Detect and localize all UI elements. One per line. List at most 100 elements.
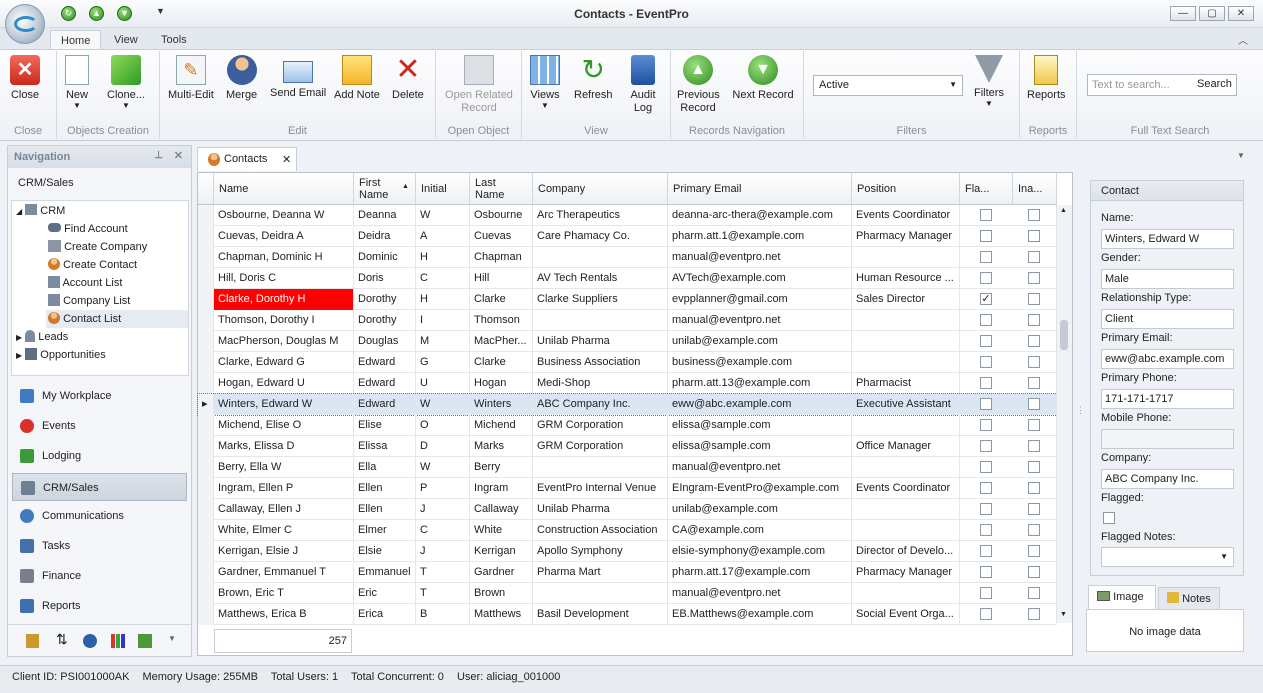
row-indicator[interactable]	[198, 562, 214, 583]
table-row[interactable]: Chapman, Dominic H Dominic H Chapman manual@…	[198, 247, 1057, 268]
open-related-record-button[interactable]: Open Related Record	[444, 55, 514, 115]
module-icon[interactable]	[26, 634, 39, 648]
flagged-checkbox[interactable]	[980, 566, 992, 578]
inactive-checkbox[interactable]	[1028, 608, 1040, 620]
inactive-checkbox[interactable]	[1028, 314, 1040, 326]
sort-icon[interactable]: ⇅	[56, 631, 68, 648]
minimize-button[interactable]: —	[1170, 6, 1196, 21]
nav-module-crm-sales[interactable]: CRM/Sales	[12, 473, 187, 501]
table-row[interactable]: Callaway, Ellen J Ellen J Callaway Unilab Ph…	[198, 499, 1057, 520]
close-window-button[interactable]: ✕	[1228, 6, 1254, 21]
primary-phone-field[interactable]: 171-171-1717	[1101, 389, 1234, 409]
send-email-button[interactable]: Send Email	[270, 55, 326, 100]
sidebar-item-account-list[interactable]: Account List	[48, 274, 122, 292]
flagged-checkbox[interactable]	[980, 230, 992, 242]
inactive-checkbox[interactable]	[1028, 356, 1040, 368]
flagged-checkbox[interactable]	[980, 251, 992, 263]
filter-select[interactable]: Active ▼	[813, 75, 963, 96]
close-button[interactable]: ✕ Close	[10, 55, 40, 102]
table-row[interactable]: Clarke, Edward G Edward G Clarke Business As…	[198, 352, 1057, 373]
nav-module-lodging[interactable]: Lodging	[12, 442, 187, 470]
table-row[interactable]: Gardner, Emmanuel T Emmanuel T Gardner Pharm…	[198, 562, 1057, 583]
row-indicator[interactable]	[198, 373, 214, 394]
inactive-checkbox[interactable]	[1028, 461, 1040, 473]
flagged-checkbox[interactable]	[980, 209, 992, 221]
flagged-checkbox[interactable]	[980, 503, 992, 515]
row-indicator[interactable]	[198, 352, 214, 373]
inactive-checkbox[interactable]	[1028, 503, 1040, 515]
column-header-6[interactable]: Position	[852, 173, 960, 205]
row-indicator[interactable]	[198, 205, 214, 226]
table-row[interactable]: White, Elmer C Elmer C White Construction As…	[198, 520, 1057, 541]
name-field[interactable]: Winters, Edward W	[1101, 229, 1234, 249]
sidebar-item-contact-list[interactable]: Contact List	[46, 310, 188, 328]
audit-log-button[interactable]: Audit Log	[626, 55, 660, 115]
row-indicator[interactable]	[198, 289, 214, 310]
table-row[interactable]: Marks, Elissa D Elissa D Marks GRM Corporati…	[198, 436, 1057, 457]
table-row[interactable]: Hogan, Edward U Edward U Hogan Medi-Shop phar…	[198, 373, 1057, 394]
inactive-checkbox[interactable]	[1028, 524, 1040, 536]
company-field[interactable]: ABC Company Inc.	[1101, 469, 1234, 489]
vertical-scrollbar[interactable]: ▲ ▼	[1056, 205, 1072, 623]
relationship-type-field[interactable]: Client	[1101, 309, 1234, 329]
tab-image[interactable]: Image	[1088, 585, 1156, 609]
sidebar-item-create-company[interactable]: Create Company	[48, 238, 147, 256]
table-row[interactable]: Kerrigan, Elsie J Elsie J Kerrigan Apollo Sy…	[198, 541, 1057, 562]
table-row[interactable]: Cuevas, Deidra A Deidra A Cuevas Care Phamac…	[198, 226, 1057, 247]
next-record-button[interactable]: ▼ Next Record	[731, 55, 795, 102]
pin-icon[interactable]: ⊥	[154, 150, 163, 161]
app-logo-icon[interactable]	[5, 4, 45, 44]
inactive-checkbox[interactable]	[1028, 251, 1040, 263]
column-header-8[interactable]: Ina...	[1013, 173, 1057, 205]
row-indicator[interactable]	[198, 499, 214, 520]
column-header-2[interactable]: Initial	[416, 173, 470, 205]
tab-home[interactable]: Home	[50, 30, 102, 50]
flagged-checkbox[interactable]	[980, 524, 992, 536]
inactive-checkbox[interactable]	[1028, 209, 1040, 221]
row-indicator[interactable]	[198, 478, 214, 499]
inactive-checkbox[interactable]	[1028, 545, 1040, 557]
search-button[interactable]: Search	[1197, 78, 1232, 90]
row-indicator[interactable]	[198, 436, 214, 457]
inactive-checkbox[interactable]	[1028, 272, 1040, 284]
nav-module-my-workplace[interactable]: My Workplace	[12, 382, 187, 410]
flagged-checkbox[interactable]: ✓	[980, 293, 992, 305]
mobile-phone-field[interactable]	[1101, 429, 1234, 449]
graph-icon[interactable]	[138, 634, 152, 648]
splitter-grip[interactable]: ⋮	[1076, 405, 1085, 416]
nav-module-finance[interactable]: Finance	[12, 562, 187, 590]
collapse-ribbon-icon[interactable]: ︿	[1238, 32, 1248, 47]
flagged-checkbox[interactable]	[980, 356, 992, 368]
table-row[interactable]: Berry, Ella W Ella W Berry manual@eventpro.n…	[198, 457, 1057, 478]
flagged-checkbox[interactable]	[980, 419, 992, 431]
flagged-checkbox[interactable]	[1103, 512, 1115, 524]
row-indicator[interactable]	[198, 520, 214, 541]
tab-list-chevron-icon[interactable]: ▼	[1237, 151, 1245, 160]
column-header-0[interactable]: Name	[214, 173, 354, 205]
tab-view[interactable]: View	[104, 30, 148, 50]
flagged-checkbox[interactable]	[980, 482, 992, 494]
row-indicator[interactable]	[198, 268, 214, 289]
column-header-5[interactable]: Primary Email	[668, 173, 852, 205]
flagged-notes-select[interactable]: ▼	[1101, 547, 1234, 567]
table-row[interactable]: Hill, Doris C Doris C Hill AV Tech Rentals AV…	[198, 268, 1057, 289]
tree-node-crm[interactable]: ◢ CRM	[16, 202, 65, 220]
inactive-checkbox[interactable]	[1028, 482, 1040, 494]
new-button[interactable]: New ▼	[65, 55, 89, 110]
row-indicator[interactable]	[198, 457, 214, 478]
column-header-7[interactable]: Fla...	[960, 173, 1013, 205]
table-row[interactable]: Clarke, Dorothy H Dorothy H Clarke Clarke Su…	[198, 289, 1057, 310]
flagged-checkbox[interactable]	[980, 335, 992, 347]
refresh-button[interactable]: ↻ Refresh	[574, 55, 613, 102]
row-indicator[interactable]	[198, 604, 214, 625]
inactive-checkbox[interactable]	[1028, 230, 1040, 242]
nav-module-reports[interactable]: Reports	[12, 592, 187, 620]
sidebar-item-create-contact[interactable]: Create Contact	[48, 256, 137, 274]
table-row[interactable]: ▸ Winters, Edward W Edward W Winters ABC Comp…	[197, 393, 1058, 416]
column-header-3[interactable]: Last Name	[470, 173, 533, 205]
row-indicator[interactable]	[198, 226, 214, 247]
flagged-checkbox[interactable]	[980, 440, 992, 452]
inactive-checkbox[interactable]	[1028, 293, 1040, 305]
tab-contacts[interactable]: Contacts ✕	[197, 147, 297, 171]
primary-email-field[interactable]: eww@abc.example.com	[1101, 349, 1234, 369]
